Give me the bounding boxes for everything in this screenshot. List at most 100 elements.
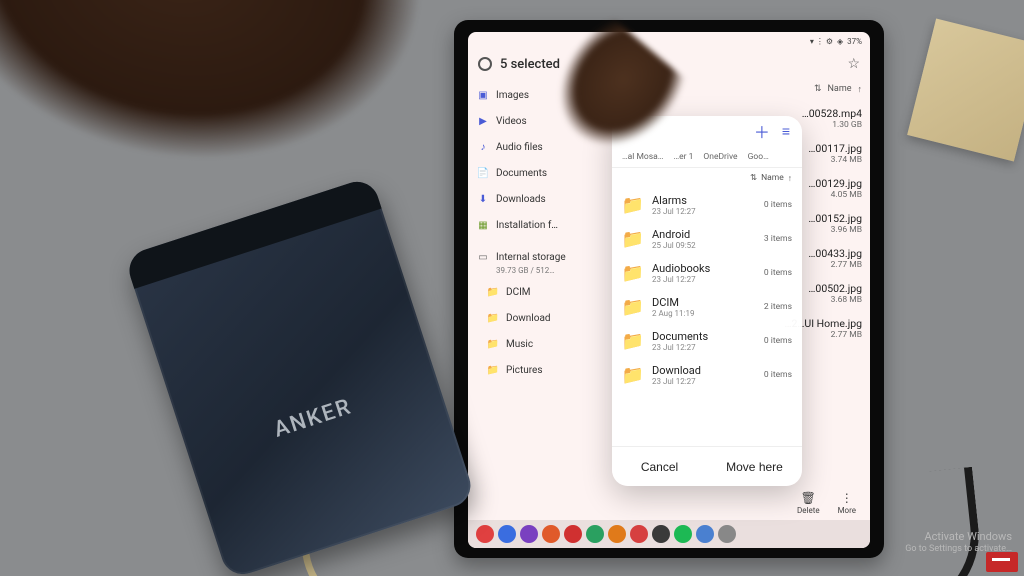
sort-header[interactable]: ⇅ Name ↑ bbox=[590, 82, 862, 101]
storage-tabs[interactable]: …al Mosa… …er 1 OneDrive Goo… bbox=[612, 146, 802, 168]
tab[interactable]: Goo… bbox=[748, 152, 769, 162]
sidebar-label: Documents bbox=[496, 168, 547, 179]
sidebar-item-installation[interactable]: ▦ Installation f… bbox=[468, 212, 586, 238]
tablet-device: ▾ ⋮ ⚙ ◈ 37% 5 selected ☆ ▣Images ▶Videos… bbox=[454, 20, 884, 558]
sidebar-item-music[interactable]: 📁 Music bbox=[468, 331, 586, 357]
sidebar-label: Download bbox=[506, 313, 551, 324]
sidebar-item-dcim[interactable]: 📁DCIM bbox=[468, 279, 586, 305]
wifi-icon: ◈ bbox=[837, 37, 843, 46]
sidebar-label: Installation f… bbox=[496, 220, 558, 231]
taskbar-app-icon[interactable] bbox=[608, 525, 626, 543]
favorite-star-icon[interactable]: ☆ bbox=[847, 56, 860, 72]
video-icon: ▶ bbox=[476, 114, 490, 128]
status-icons: ▾ ⋮ ⚙ bbox=[810, 37, 833, 46]
sidebar-label: Videos bbox=[496, 116, 527, 127]
folder-name: Download bbox=[652, 364, 756, 377]
move-here-button[interactable]: Move here bbox=[707, 447, 802, 486]
folder-icon: 📁 bbox=[622, 364, 644, 386]
selection-count: 5 selected bbox=[500, 57, 560, 72]
storage-icon: ▭ bbox=[476, 250, 490, 264]
file-size: 2.77 MB bbox=[808, 260, 862, 270]
folder-date: 25 Jul 09:52 bbox=[652, 241, 756, 250]
folder-icon: 📁 bbox=[486, 337, 500, 351]
folder-count: 0 items bbox=[764, 336, 792, 346]
tab[interactable]: …al Mosa… bbox=[622, 152, 663, 162]
taskbar-app-icon[interactable] bbox=[586, 525, 604, 543]
select-all-ring[interactable] bbox=[478, 57, 492, 71]
move-destination-dialog: ＋ ≡ …al Mosa… …er 1 OneDrive Goo… ⇅ Name… bbox=[612, 116, 802, 486]
document-icon: 📄 bbox=[476, 166, 490, 180]
taskbar-app-icon[interactable] bbox=[630, 525, 648, 543]
more-button[interactable]: ⋮More bbox=[838, 491, 856, 515]
folder-name: DCIM bbox=[652, 296, 756, 309]
create-folder-icon[interactable]: ＋ bbox=[754, 119, 770, 143]
sidebar-item-documents[interactable]: 📄 Documents bbox=[468, 160, 586, 186]
sort-label: Name bbox=[828, 84, 852, 95]
tab[interactable]: OneDrive bbox=[703, 152, 737, 162]
sidebar-item-images[interactable]: ▣Images bbox=[468, 82, 586, 108]
folder-count: 0 items bbox=[764, 268, 792, 278]
file-name: …00433.jpg bbox=[808, 247, 862, 260]
sidebar-item-audio[interactable]: ♪Audio files bbox=[468, 134, 586, 160]
dialog-sort[interactable]: ⇅ Name ↑ bbox=[612, 168, 802, 188]
folder-date: 23 Jul 12:27 bbox=[652, 377, 756, 386]
folder-date: 23 Jul 12:27 bbox=[652, 207, 756, 216]
menu-icon[interactable]: ≡ bbox=[782, 123, 790, 140]
wood-block-prop bbox=[907, 18, 1024, 161]
taskbar-app-icon[interactable] bbox=[542, 525, 560, 543]
sidebar-item-videos[interactable]: ▶ Videos bbox=[468, 108, 586, 134]
folder-icon: 📁 bbox=[486, 311, 500, 325]
tab[interactable]: …er 1 bbox=[673, 152, 693, 162]
sidebar-label: Music bbox=[506, 339, 533, 350]
taskbar-app-icon[interactable] bbox=[696, 525, 714, 543]
folder-row[interactable]: 📁Documents23 Jul 12:270 items bbox=[612, 324, 802, 358]
sidebar-item-pictures[interactable]: 📁Pictures bbox=[468, 357, 586, 383]
action-label: More bbox=[838, 506, 856, 515]
folder-row[interactable]: 📁 Download23 Jul 12:27 0 items bbox=[612, 358, 802, 392]
power-bank-prop: ANKER bbox=[124, 176, 476, 576]
file-size: 1.30 GB bbox=[802, 120, 862, 130]
delete-button[interactable]: 🗑Delete bbox=[797, 491, 820, 515]
folder-name: Audiobooks bbox=[652, 262, 756, 275]
sidebar-label: Images bbox=[496, 90, 529, 101]
folder-count: 0 items bbox=[764, 200, 792, 210]
cancel-button[interactable]: Cancel bbox=[612, 447, 707, 486]
folder-row[interactable]: 📁Audiobooks23 Jul 12:270 items bbox=[612, 256, 802, 290]
tablet-screen: ▾ ⋮ ⚙ ◈ 37% 5 selected ☆ ▣Images ▶Videos… bbox=[468, 32, 870, 548]
sidebar-item-download[interactable]: 📁 Download bbox=[468, 305, 586, 331]
taskbar-app-icon[interactable] bbox=[652, 525, 670, 543]
sidebar-label: Downloads bbox=[496, 194, 546, 205]
file-name: …00502.jpg bbox=[808, 282, 862, 295]
file-name: …00528.mp4 bbox=[802, 107, 862, 120]
folder-count: 0 items bbox=[764, 370, 792, 380]
apk-icon: ▦ bbox=[476, 218, 490, 232]
folder-date: 2 Aug 11:19 bbox=[652, 309, 756, 318]
sidebar-item-downloads[interactable]: ⬇Downloads bbox=[468, 186, 586, 212]
sort-label: Name bbox=[761, 173, 784, 183]
taskbar-app-icon[interactable] bbox=[564, 525, 582, 543]
folder-icon: 📁 bbox=[622, 296, 644, 318]
trash-icon: 🗑 bbox=[801, 491, 816, 505]
folder-row[interactable]: 📁DCIM2 Aug 11:192 items bbox=[612, 290, 802, 324]
taskbar-app-icon[interactable] bbox=[674, 525, 692, 543]
file-size: 3.68 MB bbox=[808, 295, 862, 305]
power-bank-brand-text: ANKER bbox=[271, 394, 355, 443]
bottom-action-bar: 🗑Delete ⋮More bbox=[468, 486, 870, 520]
sidebar-label: Internal storage bbox=[496, 252, 566, 263]
action-label: Delete bbox=[797, 506, 820, 515]
folder-row[interactable]: 📁Android25 Jul 09:523 items bbox=[612, 222, 802, 256]
audio-icon: ♪ bbox=[476, 140, 490, 154]
folder-icon: 📁 bbox=[622, 194, 644, 216]
taskbar-app-icon[interactable] bbox=[476, 525, 494, 543]
file-name: …00129.jpg bbox=[808, 177, 862, 190]
selection-header: 5 selected ☆ bbox=[468, 50, 870, 78]
folder-date: 23 Jul 12:27 bbox=[652, 343, 756, 352]
folder-list[interactable]: 📁Alarms23 Jul 12:270 items📁Android25 Jul… bbox=[612, 188, 802, 446]
taskbar-app-icon[interactable] bbox=[520, 525, 538, 543]
folder-row[interactable]: 📁Alarms23 Jul 12:270 items bbox=[612, 188, 802, 222]
file-size: 4.05 MB bbox=[808, 190, 862, 200]
folder-icon: 📁 bbox=[622, 228, 644, 250]
taskbar[interactable] bbox=[468, 520, 870, 548]
taskbar-app-icon[interactable] bbox=[498, 525, 516, 543]
taskbar-app-icon[interactable] bbox=[718, 525, 736, 543]
